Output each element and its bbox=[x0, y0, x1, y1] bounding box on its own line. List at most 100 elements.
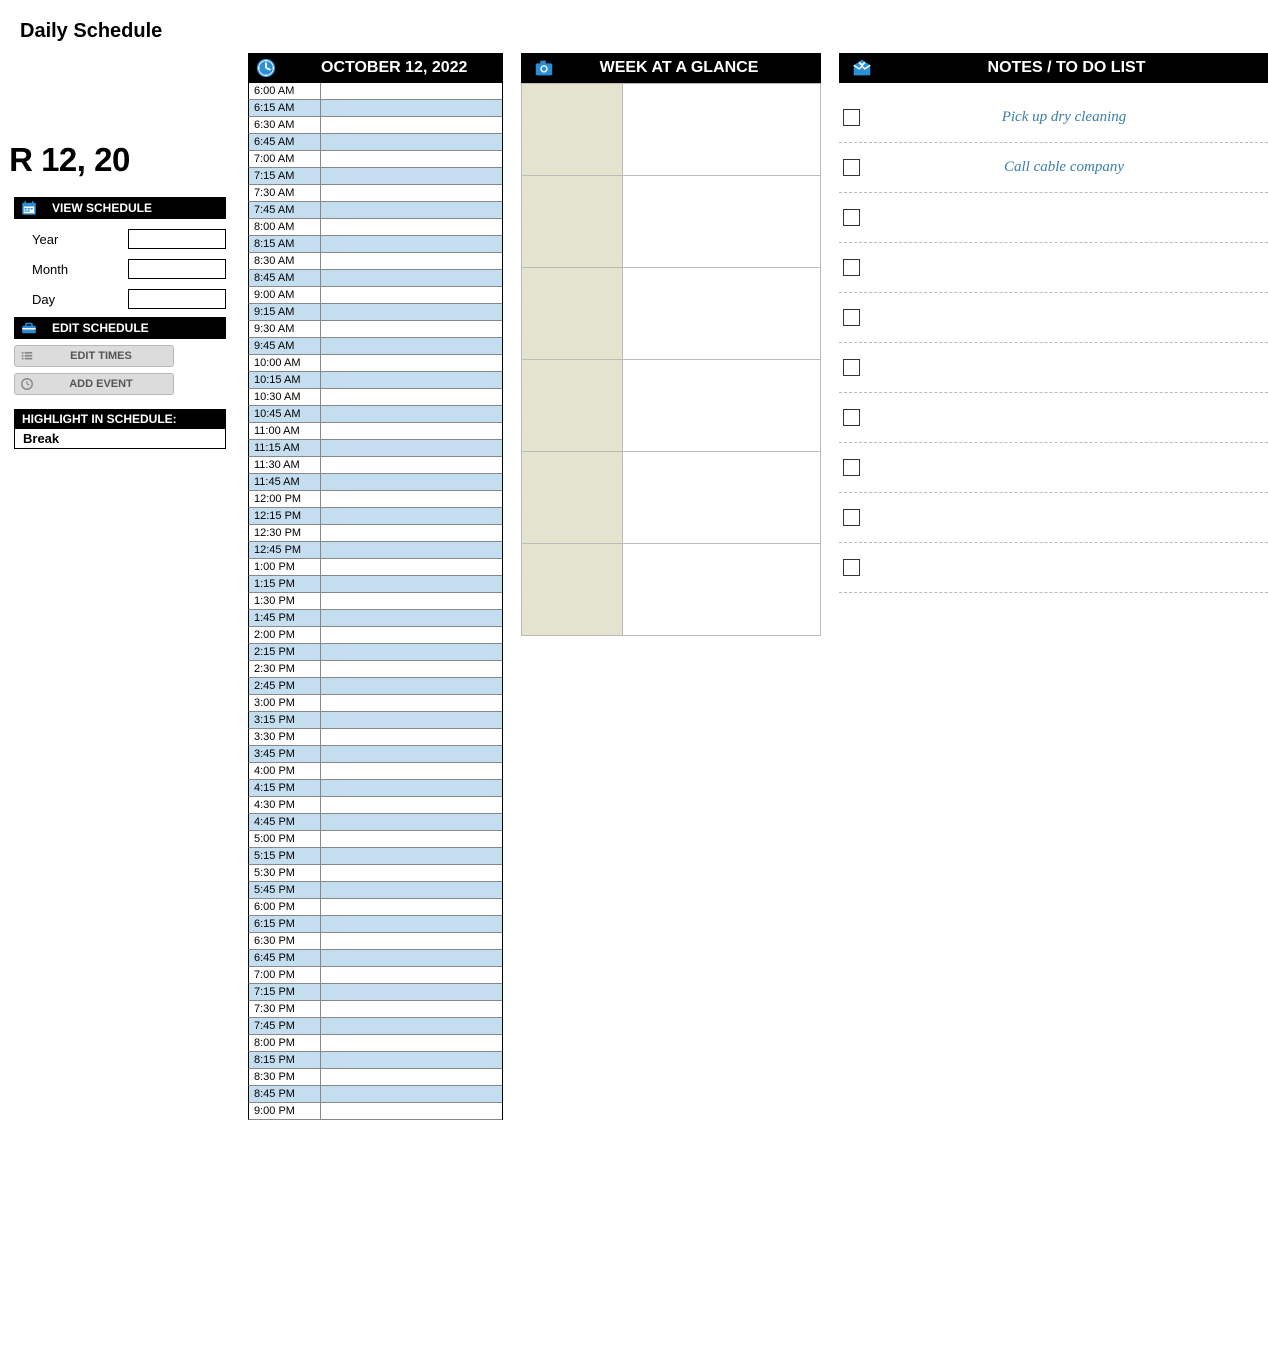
month-input[interactable] bbox=[128, 259, 226, 279]
event-cell[interactable] bbox=[320, 423, 502, 440]
week-content-cell[interactable] bbox=[623, 268, 821, 360]
note-checkbox[interactable] bbox=[843, 109, 860, 126]
time-row: 11:00 AM bbox=[248, 423, 503, 440]
note-checkbox[interactable] bbox=[843, 509, 860, 526]
event-cell[interactable] bbox=[320, 899, 502, 916]
week-content-cell[interactable] bbox=[623, 452, 821, 544]
note-checkbox[interactable] bbox=[843, 359, 860, 376]
event-cell[interactable] bbox=[320, 1103, 502, 1120]
month-label: Month bbox=[14, 262, 68, 277]
note-checkbox[interactable] bbox=[843, 459, 860, 476]
week-content-cell[interactable] bbox=[623, 176, 821, 268]
event-cell[interactable] bbox=[320, 933, 502, 950]
time-row: 7:45 AM bbox=[248, 202, 503, 219]
note-checkbox[interactable] bbox=[843, 559, 860, 576]
event-cell[interactable] bbox=[320, 627, 502, 644]
time-row: 9:00 AM bbox=[248, 287, 503, 304]
event-cell[interactable] bbox=[320, 610, 502, 627]
event-cell[interactable] bbox=[320, 525, 502, 542]
note-checkbox[interactable] bbox=[843, 259, 860, 276]
event-cell[interactable] bbox=[320, 406, 502, 423]
event-cell[interactable] bbox=[320, 644, 502, 661]
event-cell[interactable] bbox=[320, 1086, 502, 1103]
event-cell[interactable] bbox=[320, 780, 502, 797]
event-cell[interactable] bbox=[320, 712, 502, 729]
event-cell[interactable] bbox=[320, 916, 502, 933]
event-cell[interactable] bbox=[320, 219, 502, 236]
event-cell[interactable] bbox=[320, 695, 502, 712]
event-cell[interactable] bbox=[320, 491, 502, 508]
note-text[interactable]: Call cable company bbox=[880, 159, 1268, 176]
event-cell[interactable] bbox=[320, 185, 502, 202]
week-day-cell[interactable] bbox=[521, 360, 623, 452]
event-cell[interactable] bbox=[320, 1018, 502, 1035]
notes-column: NOTES / TO DO LIST Pick up dry cleaningC… bbox=[839, 53, 1268, 1120]
event-cell[interactable] bbox=[320, 814, 502, 831]
event-cell[interactable] bbox=[320, 508, 502, 525]
week-content-cell[interactable] bbox=[623, 84, 821, 176]
event-cell[interactable] bbox=[320, 746, 502, 763]
event-cell[interactable] bbox=[320, 151, 502, 168]
event-cell[interactable] bbox=[320, 865, 502, 882]
highlight-value[interactable]: Break bbox=[14, 429, 226, 449]
event-cell[interactable] bbox=[320, 678, 502, 695]
event-cell[interactable] bbox=[320, 389, 502, 406]
event-cell[interactable] bbox=[320, 117, 502, 134]
event-cell[interactable] bbox=[320, 253, 502, 270]
event-cell[interactable] bbox=[320, 355, 502, 372]
event-cell[interactable] bbox=[320, 967, 502, 984]
week-day-cell[interactable] bbox=[521, 176, 623, 268]
event-cell[interactable] bbox=[320, 763, 502, 780]
year-input[interactable] bbox=[128, 229, 226, 249]
event-cell[interactable] bbox=[320, 83, 502, 100]
note-checkbox[interactable] bbox=[843, 409, 860, 426]
event-cell[interactable] bbox=[320, 542, 502, 559]
event-cell[interactable] bbox=[320, 950, 502, 967]
event-cell[interactable] bbox=[320, 202, 502, 219]
note-checkbox[interactable] bbox=[843, 209, 860, 226]
event-cell[interactable] bbox=[320, 797, 502, 814]
note-checkbox[interactable] bbox=[843, 159, 860, 176]
note-text[interactable]: Pick up dry cleaning bbox=[880, 109, 1268, 126]
day-input[interactable] bbox=[128, 289, 226, 309]
event-cell[interactable] bbox=[320, 236, 502, 253]
event-cell[interactable] bbox=[320, 440, 502, 457]
event-cell[interactable] bbox=[320, 831, 502, 848]
event-cell[interactable] bbox=[320, 1001, 502, 1018]
event-cell[interactable] bbox=[320, 321, 502, 338]
event-cell[interactable] bbox=[320, 984, 502, 1001]
time-row: 1:30 PM bbox=[248, 593, 503, 610]
event-cell[interactable] bbox=[320, 593, 502, 610]
event-cell[interactable] bbox=[320, 100, 502, 117]
event-cell[interactable] bbox=[320, 729, 502, 746]
event-cell[interactable] bbox=[320, 168, 502, 185]
event-cell[interactable] bbox=[320, 457, 502, 474]
time-label: 2:45 PM bbox=[248, 678, 320, 695]
event-cell[interactable] bbox=[320, 559, 502, 576]
event-cell[interactable] bbox=[320, 372, 502, 389]
time-row: 9:30 AM bbox=[248, 321, 503, 338]
event-cell[interactable] bbox=[320, 338, 502, 355]
add-event-button[interactable]: ADD EVENT bbox=[14, 373, 174, 395]
event-cell[interactable] bbox=[320, 882, 502, 899]
note-row: Pick up dry cleaning bbox=[839, 93, 1268, 143]
week-day-cell[interactable] bbox=[521, 452, 623, 544]
event-cell[interactable] bbox=[320, 1052, 502, 1069]
event-cell[interactable] bbox=[320, 474, 502, 491]
event-cell[interactable] bbox=[320, 304, 502, 321]
event-cell[interactable] bbox=[320, 1069, 502, 1086]
event-cell[interactable] bbox=[320, 848, 502, 865]
event-cell[interactable] bbox=[320, 134, 502, 151]
event-cell[interactable] bbox=[320, 287, 502, 304]
note-checkbox[interactable] bbox=[843, 309, 860, 326]
week-day-cell[interactable] bbox=[521, 544, 623, 636]
event-cell[interactable] bbox=[320, 270, 502, 287]
week-content-cell[interactable] bbox=[623, 544, 821, 636]
week-day-cell[interactable] bbox=[521, 268, 623, 360]
week-content-cell[interactable] bbox=[623, 360, 821, 452]
week-day-cell[interactable] bbox=[521, 84, 623, 176]
event-cell[interactable] bbox=[320, 1035, 502, 1052]
event-cell[interactable] bbox=[320, 576, 502, 593]
edit-times-button[interactable]: EDIT TIMES bbox=[14, 345, 174, 367]
event-cell[interactable] bbox=[320, 661, 502, 678]
